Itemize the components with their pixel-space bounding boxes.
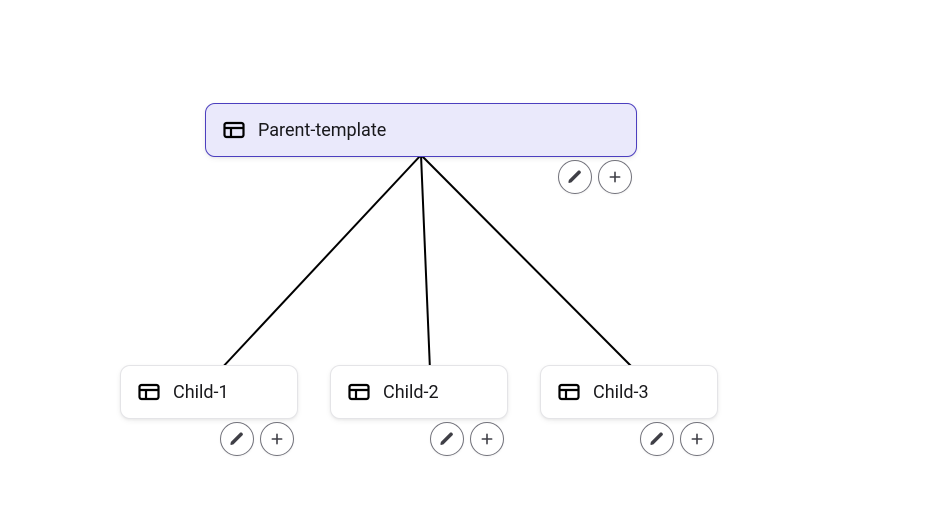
add-button[interactable] (470, 422, 504, 456)
node-child-1[interactable]: Child-1 (120, 365, 298, 419)
node-parent-template[interactable]: Parent-template (205, 103, 637, 157)
node-label: Child-1 (173, 382, 229, 403)
node-actions-child-1 (220, 422, 294, 456)
add-button[interactable] (680, 422, 714, 456)
pencil-icon (567, 169, 583, 185)
edit-button[interactable] (430, 422, 464, 456)
plus-icon (479, 431, 495, 447)
node-actions-child-3 (640, 422, 714, 456)
pencil-icon (229, 431, 245, 447)
plus-icon (607, 169, 623, 185)
plus-icon (269, 431, 285, 447)
template-icon (347, 380, 371, 404)
node-actions-child-2 (430, 422, 504, 456)
node-child-3[interactable]: Child-3 (540, 365, 718, 419)
node-label: Child-3 (593, 382, 649, 403)
template-icon (222, 118, 246, 142)
node-label: Child-2 (383, 382, 439, 403)
plus-icon (689, 431, 705, 447)
edit-button[interactable] (640, 422, 674, 456)
add-button[interactable] (598, 160, 632, 194)
add-button[interactable] (260, 422, 294, 456)
node-label: Parent-template (258, 120, 386, 141)
template-icon (137, 380, 161, 404)
pencil-icon (439, 431, 455, 447)
node-actions-parent (558, 160, 632, 194)
template-icon (557, 380, 581, 404)
edit-button[interactable] (558, 160, 592, 194)
diagram-canvas: Parent-template Child-1 (0, 0, 937, 516)
edit-button[interactable] (220, 422, 254, 456)
node-child-2[interactable]: Child-2 (330, 365, 508, 419)
pencil-icon (649, 431, 665, 447)
